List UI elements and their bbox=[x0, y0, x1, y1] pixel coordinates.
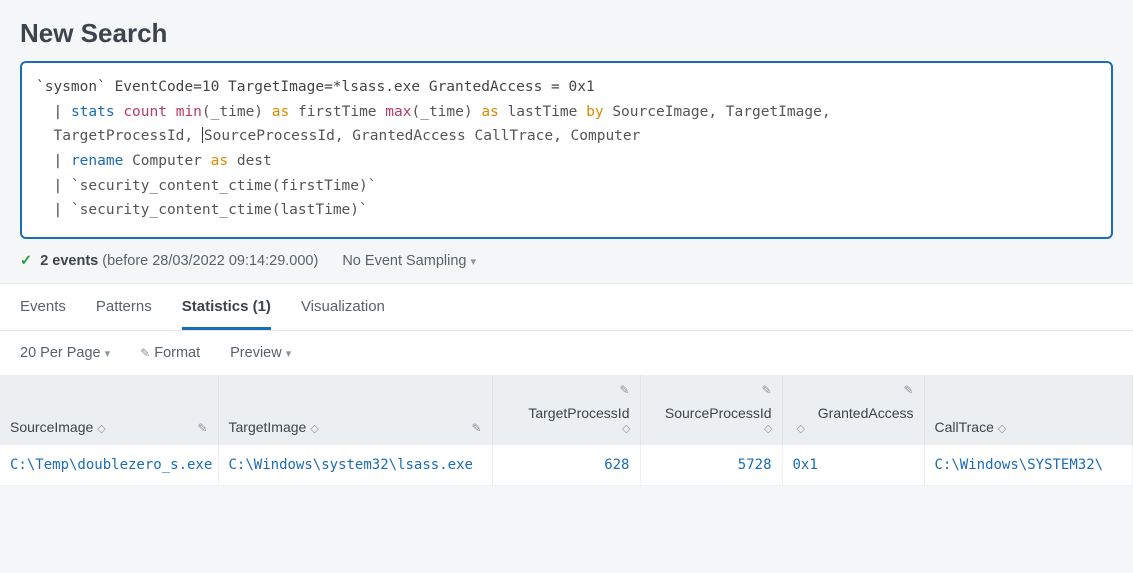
sort-icon: ◇ bbox=[797, 422, 804, 435]
cell-sourceprocessid[interactable]: 5728 bbox=[640, 445, 782, 486]
col-header-calltrace[interactable]: CallTrace◇ bbox=[924, 375, 1133, 445]
tab-events[interactable]: Events bbox=[20, 298, 66, 330]
preview-dropdown[interactable]: Preview bbox=[230, 345, 291, 361]
cell-calltrace[interactable]: C:\Windows\SYSTEM32\ bbox=[924, 445, 1133, 486]
sort-icon: ◇ bbox=[97, 423, 104, 435]
cell-targetimage[interactable]: C:\Windows\system32\lsass.exe bbox=[218, 445, 492, 486]
table-toolbar: 20 Per Page ✎Format Preview bbox=[0, 331, 1133, 375]
sort-icon: ◇ bbox=[310, 423, 317, 435]
result-tabs: Events Patterns Statistics (1) Visualiza… bbox=[0, 284, 1133, 331]
sort-icon: ◇ bbox=[622, 422, 629, 435]
sort-icon: ◇ bbox=[998, 423, 1005, 435]
table-row[interactable]: C:\Temp\doublezero_s.exe C:\Windows\syst… bbox=[0, 445, 1133, 486]
search-line-1: `sysmon` EventCode=10 TargetImage=*lsass… bbox=[36, 79, 595, 95]
check-icon: ✓ bbox=[20, 253, 32, 269]
col-header-sourceprocessid[interactable]: ✎ SourceProcessId ◇ bbox=[640, 375, 782, 445]
col-header-grantedaccess[interactable]: ✎ GrantedAccess ◇ bbox=[782, 375, 924, 445]
col-header-sourceimage[interactable]: SourceImage◇✎ bbox=[0, 375, 218, 445]
search-input[interactable]: `sysmon` EventCode=10 TargetImage=*lsass… bbox=[20, 61, 1113, 239]
results-table: SourceImage◇✎ TargetImage◇✎ ✎ TargetProc… bbox=[0, 375, 1133, 486]
cell-targetprocessid[interactable]: 628 bbox=[492, 445, 640, 486]
tab-visualization[interactable]: Visualization bbox=[301, 298, 385, 330]
cell-grantedaccess[interactable]: 0x1 bbox=[782, 445, 924, 486]
pencil-icon[interactable]: ✎ bbox=[619, 383, 629, 397]
cell-sourceimage[interactable]: C:\Temp\doublezero_s.exe bbox=[0, 445, 218, 486]
pencil-icon: ✎ bbox=[140, 346, 150, 360]
pencil-icon[interactable]: ✎ bbox=[197, 421, 207, 435]
col-header-targetprocessid[interactable]: ✎ TargetProcessId ◇ bbox=[492, 375, 640, 445]
col-header-targetimage[interactable]: TargetImage◇✎ bbox=[218, 375, 492, 445]
pencil-icon[interactable]: ✎ bbox=[471, 421, 481, 435]
tab-statistics[interactable]: Statistics (1) bbox=[182, 298, 271, 330]
per-page-dropdown[interactable]: 20 Per Page bbox=[20, 345, 110, 361]
pencil-icon[interactable]: ✎ bbox=[761, 383, 771, 397]
sort-icon: ◇ bbox=[764, 422, 771, 435]
format-dropdown[interactable]: ✎Format bbox=[140, 345, 200, 361]
status-bar: ✓ 2 events (before 28/03/2022 09:14:29.0… bbox=[0, 239, 1133, 284]
page-title: New Search bbox=[20, 18, 1113, 49]
pencil-icon[interactable]: ✎ bbox=[903, 383, 913, 397]
text-cursor bbox=[202, 127, 203, 143]
event-sampling-dropdown[interactable]: No Event Sampling bbox=[342, 253, 476, 269]
event-count-status: ✓ 2 events (before 28/03/2022 09:14:29.0… bbox=[20, 253, 318, 269]
tab-patterns[interactable]: Patterns bbox=[96, 298, 152, 330]
